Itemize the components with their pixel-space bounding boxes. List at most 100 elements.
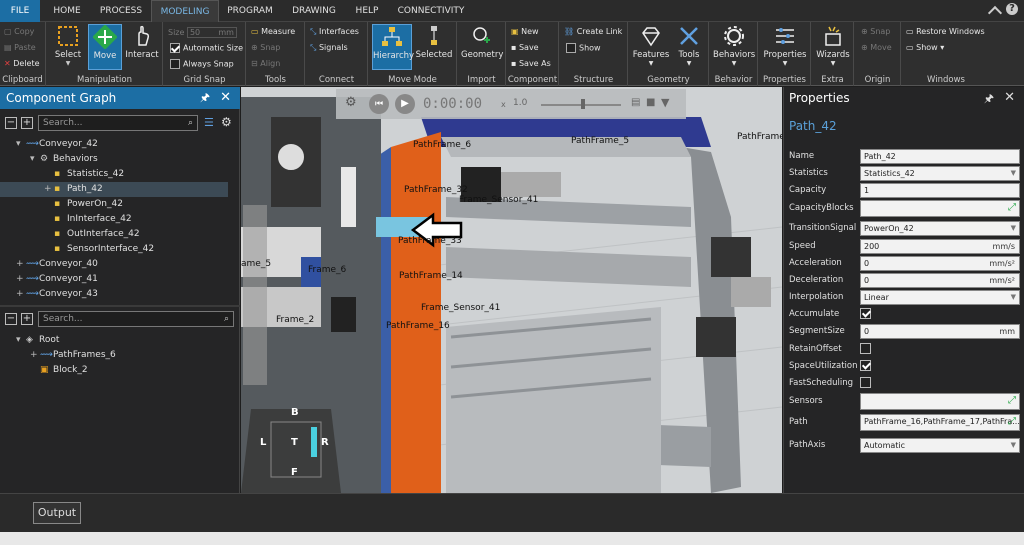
property-checkbox[interactable] bbox=[860, 360, 871, 371]
features-button[interactable]: Features ▼ bbox=[631, 24, 671, 74]
expand-toggle-icon[interactable]: + bbox=[16, 272, 26, 287]
view-settings-gear-icon[interactable]: ⚙ bbox=[345, 95, 357, 110]
property-dropdown[interactable]: PowerOn_42 ▼ bbox=[860, 221, 1020, 236]
property-field[interactable]: 1 bbox=[860, 183, 1020, 198]
menu-process[interactable]: PROCESS bbox=[94, 0, 148, 22]
copy-button[interactable]: ▢ Copy bbox=[4, 27, 34, 36]
nav-cube-front[interactable]: F bbox=[291, 467, 298, 478]
expand-editor-icon[interactable]: ⤢ bbox=[1008, 394, 1016, 407]
origin-move-button[interactable]: ⊕ Move bbox=[861, 43, 892, 52]
move-button[interactable]: Move bbox=[88, 24, 122, 70]
snap-button[interactable]: ⊕ Snap bbox=[251, 43, 280, 52]
property-field[interactable]: ⤢ bbox=[860, 200, 1020, 217]
property-field[interactable]: Path_42 bbox=[860, 149, 1020, 164]
output-tab[interactable]: Output bbox=[33, 502, 81, 524]
play-button[interactable]: ▶ bbox=[395, 94, 415, 114]
expand-toggle-icon[interactable]: + bbox=[16, 287, 26, 302]
interact-button[interactable]: Interact bbox=[125, 24, 159, 70]
properties-button[interactable]: Properties ▼ bbox=[762, 24, 808, 74]
tree-item[interactable]: + ⟿Conveyor_43 bbox=[0, 287, 228, 302]
close-icon[interactable]: ✕ bbox=[1004, 90, 1015, 105]
measure-button[interactable]: ▭ Measure bbox=[251, 27, 295, 36]
help-icon[interactable]: ? bbox=[1006, 3, 1018, 15]
expand-toggle-icon[interactable]: ▾ bbox=[16, 137, 26, 152]
geometry-import-button[interactable]: Geometry bbox=[461, 24, 503, 70]
save-as-button[interactable]: ▪ Save As bbox=[511, 59, 551, 68]
expand-toggle-icon[interactable]: ▾ bbox=[30, 152, 40, 167]
node-tree-item[interactable]: + ⟿PathFrames_6 bbox=[0, 348, 116, 363]
tree-item[interactable]: ▪ Statistics_42 bbox=[0, 167, 228, 182]
property-checkbox[interactable] bbox=[860, 308, 871, 319]
menu-connectivity[interactable]: CONNECTIVITY bbox=[392, 0, 470, 22]
tree-item[interactable]: ▪ OutInterface_42 bbox=[0, 227, 228, 242]
property-field[interactable]: 200 mm/s bbox=[860, 239, 1020, 254]
pin-icon[interactable]: 🖈 bbox=[984, 90, 994, 109]
tree-item[interactable]: + ⟿Conveyor_40 bbox=[0, 257, 228, 272]
property-field[interactable]: ⤢ bbox=[860, 393, 1020, 410]
restore-windows-button[interactable]: ▭ Restore Windows bbox=[906, 27, 985, 36]
expand-editor-icon[interactable]: ⤢ bbox=[1008, 415, 1016, 428]
nav-cube-right[interactable]: R bbox=[321, 437, 329, 448]
expand-all-button[interactable]: + bbox=[21, 117, 33, 129]
behaviors-button[interactable]: Behaviors ▼ bbox=[713, 24, 755, 74]
collapse-all-button-2[interactable]: − bbox=[5, 313, 17, 325]
expand-toggle-icon[interactable]: + bbox=[44, 182, 54, 197]
signals-button[interactable]: ⤡ Signals bbox=[310, 43, 348, 53]
paste-button[interactable]: ▤ Paste bbox=[4, 43, 36, 52]
expand-all-button-2[interactable]: + bbox=[21, 313, 33, 325]
menu-program[interactable]: PROGRAM bbox=[222, 0, 278, 22]
node-tree-item[interactable]: ▣ Block_2 bbox=[0, 363, 88, 378]
tree-item[interactable]: ▪ PowerOn_42 bbox=[0, 197, 228, 212]
property-field[interactable]: PathFrame_16,PathFrame_17,PathFra... ⤢ bbox=[860, 414, 1020, 431]
property-checkbox[interactable] bbox=[860, 343, 871, 354]
menu-help[interactable]: HELP bbox=[350, 0, 384, 22]
property-field[interactable]: 0 mm/s² bbox=[860, 273, 1020, 288]
video-icon[interactable]: ■ bbox=[646, 97, 655, 108]
pin-icon[interactable]: 🖈 bbox=[200, 87, 210, 109]
save-button[interactable]: ▪ Save bbox=[511, 43, 539, 52]
settings-gear-icon[interactable]: ⚙ bbox=[221, 115, 233, 129]
nav-cube-left[interactable]: L bbox=[260, 437, 266, 448]
property-field[interactable]: 0 mm/s² bbox=[860, 256, 1020, 271]
tree-item[interactable]: + ⟿Conveyor_41 bbox=[0, 272, 228, 287]
property-dropdown[interactable]: Statistics_42 ▼ bbox=[860, 166, 1020, 181]
property-checkbox[interactable] bbox=[860, 377, 871, 388]
tree-item[interactable]: ▪ InInterface_42 bbox=[0, 212, 228, 227]
show-windows-button[interactable]: ▭ Show ▾ bbox=[906, 43, 944, 52]
selected-button[interactable]: Selected bbox=[415, 24, 453, 70]
collapse-ribbon-icon[interactable] bbox=[987, 5, 1003, 21]
new-button[interactable]: ▣ New bbox=[511, 27, 539, 36]
filter-icon[interactable]: ☰ bbox=[204, 116, 216, 129]
pdf-icon[interactable]: ▤ bbox=[631, 97, 640, 108]
splitter[interactable] bbox=[0, 305, 240, 307]
tree-item[interactable]: ▾ ⚙ Behaviors bbox=[0, 152, 228, 167]
speed-slider-handle[interactable] bbox=[581, 99, 585, 109]
always-snap-toggle[interactable]: Always Snap bbox=[170, 59, 234, 69]
property-dropdown[interactable]: Linear ▼ bbox=[860, 290, 1020, 305]
3d-viewport[interactable]: ⚙ ⏮ ▶ 0:00:00 x 1.0 ▤ ■ ▼ PathFrame_6 Pa… bbox=[241, 87, 782, 493]
property-field[interactable]: 0 mm bbox=[860, 324, 1020, 339]
automatic-size-toggle[interactable]: Automatic Size bbox=[170, 43, 243, 53]
expand-editor-icon[interactable]: ⤢ bbox=[1008, 201, 1016, 214]
collapse-all-button[interactable]: − bbox=[5, 117, 17, 129]
create-link-button[interactable]: ⛓ Create Link bbox=[564, 27, 622, 36]
interfaces-button[interactable]: ⤡ Interfaces bbox=[310, 27, 359, 37]
menu-modeling[interactable]: MODELING bbox=[151, 0, 219, 22]
tree-item[interactable]: ▪ SensorInterface_42 bbox=[0, 242, 228, 257]
origin-snap-button[interactable]: ⊕ Snap bbox=[861, 27, 890, 36]
component-search-input[interactable]: Search... ⌕ bbox=[38, 115, 198, 131]
node-search-input[interactable]: Search... ⌕ bbox=[38, 311, 234, 327]
tree-item[interactable]: ▾ ⟿Conveyor_42 bbox=[0, 137, 228, 152]
expand-toggle-icon[interactable]: + bbox=[16, 257, 26, 272]
menu-file[interactable]: FILE bbox=[0, 0, 40, 22]
node-tree-item[interactable]: ▾ ◈ Root bbox=[0, 333, 59, 348]
geometry-tools-button[interactable]: Tools ▼ bbox=[672, 24, 706, 74]
menu-home[interactable]: HOME bbox=[44, 0, 90, 22]
show-structure-toggle[interactable]: Show bbox=[566, 43, 601, 53]
hierarchy-button[interactable]: Hierarchy bbox=[372, 24, 414, 70]
rewind-button[interactable]: ⏮ bbox=[369, 94, 389, 114]
menu-drawing[interactable]: DRAWING bbox=[285, 0, 343, 22]
close-icon[interactable]: ✕ bbox=[220, 87, 231, 109]
expand-toggle-icon[interactable]: + bbox=[30, 348, 40, 363]
select-button[interactable]: Select ▼ bbox=[51, 24, 85, 70]
